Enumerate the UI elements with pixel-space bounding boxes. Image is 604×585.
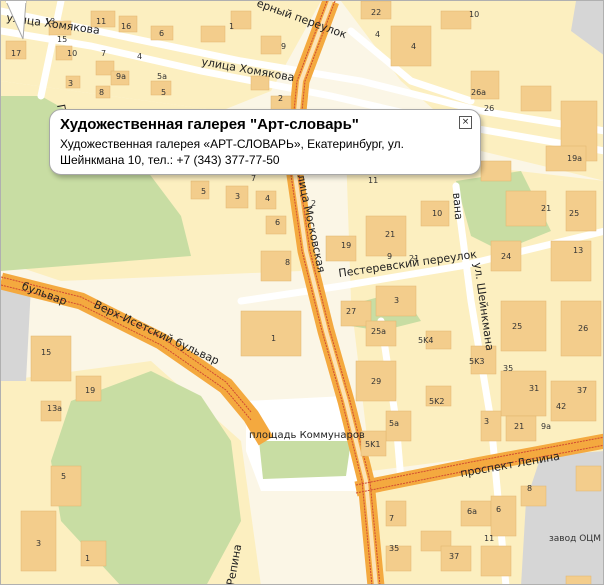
building-number-21: 4 <box>411 42 416 51</box>
building-number-54: 31 <box>529 384 539 393</box>
building-number-47: 5K4 <box>418 336 433 345</box>
building-number-64: 5 <box>61 472 66 481</box>
building-number-55: 13a <box>47 404 62 413</box>
building-number-60: 5K1 <box>365 440 380 449</box>
map-view[interactable]: 13 11 15 16 6 1 17 10 7 4 9 9a 3 8 5 5a … <box>0 0 604 585</box>
balloon-line-2: Шейнкмана 10, тел.: +7 (343) 377-77-50 <box>60 153 280 167</box>
balloon-description: Художественная галерея «АРТ-СЛОВАРЬ», Ек… <box>60 136 460 168</box>
building-number-45: 26 <box>578 324 588 333</box>
building-number-23: 26 <box>484 104 494 113</box>
building-number-52: 5K3 <box>469 357 484 366</box>
building-number-41: 8 <box>285 258 290 267</box>
building-number-12: 9a <box>116 72 126 81</box>
building-number-59: 5a <box>389 419 399 428</box>
building-number-11: 9 <box>281 42 286 51</box>
building-number-57: 37 <box>577 386 587 395</box>
building-number-42: 27 <box>346 307 356 316</box>
building-number-22: 10 <box>469 10 479 19</box>
building-number-44: 25 <box>512 322 522 331</box>
building-number-37: 24 <box>501 252 511 261</box>
building-number-62: 9a <box>541 422 551 431</box>
building-number-19: 4 <box>375 30 380 39</box>
street-label-verkh-isetsky: Верх-Исетский бульвар <box>92 298 221 368</box>
info-balloon: Художественная галерея "Арт-словарь" Худ… <box>49 109 481 175</box>
building-number-32: 21 <box>385 230 395 239</box>
building-number-4: 16 <box>121 22 131 31</box>
building-number-33: 19 <box>341 241 351 250</box>
building-number-48: 25a <box>371 327 386 336</box>
building-number-56: 5K2 <box>429 397 444 406</box>
building-number-30: 7 <box>251 174 256 183</box>
building-number-18: 22 <box>371 8 381 17</box>
building-number-27: 3 <box>235 192 240 201</box>
building-number-29: 6 <box>275 218 280 227</box>
building-number-9: 7 <box>101 49 106 58</box>
balloon-tail <box>5 1 27 40</box>
building-number-72: 7 <box>389 514 394 523</box>
building-number-50: 19 <box>85 386 95 395</box>
map-canvas: 13 11 15 16 6 1 17 10 7 4 9 9a 3 8 5 5a … <box>1 1 603 584</box>
building-number-51: 29 <box>371 377 381 386</box>
building-number-3: 15 <box>57 35 67 44</box>
building-number-73: 1 <box>85 554 90 563</box>
building-number-17: 2 <box>278 94 283 103</box>
building-number-68: 6 <box>496 505 501 514</box>
balloon-line-1: Художественная галерея «АРТ-СЛОВАРЬ», Ек… <box>60 137 404 151</box>
building-number-36: 25 <box>569 209 579 218</box>
building-number-67: 6a <box>467 507 477 516</box>
building-number-38: 13 <box>573 246 583 255</box>
building-number-15: 5 <box>161 88 166 97</box>
building-number-35: 10 <box>432 209 442 218</box>
building-number-10: 4 <box>137 52 142 61</box>
close-icon[interactable]: × <box>459 116 472 129</box>
building-number-24: 19a <box>567 154 582 163</box>
building-number-58: 42 <box>556 402 566 411</box>
zavod-label: завод ОЦМ <box>549 534 601 544</box>
building-number-26: 5 <box>201 187 206 196</box>
building-number-53: 35 <box>503 364 513 373</box>
building-number-25: 11 <box>368 176 378 185</box>
building-number-6: 1 <box>229 22 234 31</box>
square-label: площадь Коммунаров <box>249 430 365 441</box>
building-number-20: 26a <box>471 88 486 97</box>
building-number-14: 8 <box>99 88 104 97</box>
building-number-43: 3 <box>394 296 399 305</box>
building-number-28: 4 <box>265 194 270 203</box>
street-label-sheinkmana-upper: вана <box>450 192 465 220</box>
building-number-16: 5a <box>157 72 167 81</box>
building-number-5: 6 <box>159 29 164 38</box>
building-number-71: 11 <box>484 534 494 543</box>
building-number-70: 37 <box>449 552 459 561</box>
building-number-66: 3 <box>36 539 41 548</box>
balloon-title: Художественная галерея "Арт-словарь" <box>60 116 359 133</box>
building-number-63: 21 <box>514 422 524 431</box>
building-number-34: 21 <box>541 204 551 213</box>
building-number-13: 3 <box>68 79 73 88</box>
building-number-65: 8 <box>527 484 532 493</box>
building-number-61: 3 <box>484 417 489 426</box>
building-number-69: 35 <box>389 544 399 553</box>
building-number-46: 1 <box>271 334 276 343</box>
building-number-7: 17 <box>11 49 21 58</box>
building-number-8: 10 <box>67 49 77 58</box>
building-number-49: 15 <box>41 348 51 357</box>
